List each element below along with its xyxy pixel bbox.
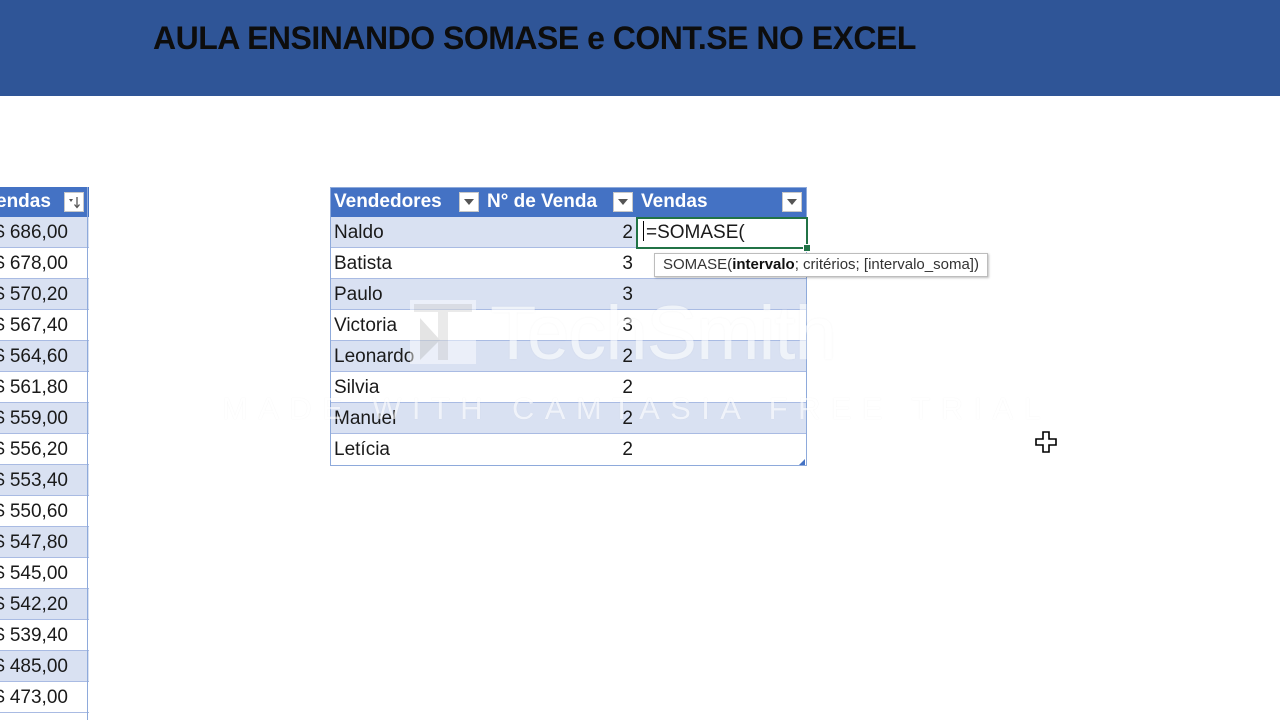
table-row[interactable]: $ 556,20 [0, 434, 89, 465]
vendedor-cell[interactable]: Leonardo [334, 341, 414, 372]
header-num-vendas[interactable]: N° de Venda [487, 187, 611, 217]
title-banner: AULA ENSINANDO SOMASE e CONT.SE NO EXCEL [0, 0, 1280, 96]
table-header: Vendedores N° de Venda Vendas [330, 187, 807, 217]
active-formula-cell[interactable]: =SOMASE( [636, 217, 808, 249]
vendedor-cell[interactable]: Victoria [334, 310, 397, 341]
table-row[interactable]: $ 564,60 [0, 341, 89, 372]
table-row[interactable]: $ 550,60 [0, 496, 89, 527]
table-row[interactable]: $ 545,00 [0, 558, 89, 589]
tooltip-rest: ; critérios; [intervalo_soma]) [794, 256, 979, 273]
watermark-brand: TechSmith [490, 291, 837, 376]
fill-handle[interactable] [803, 244, 811, 252]
table-row[interactable]: $ 542,20 [0, 589, 89, 620]
num-vendas-cell[interactable]: 3 [485, 248, 633, 279]
table-resize-handle[interactable] [799, 459, 805, 465]
techsmith-logo-icon [410, 300, 476, 364]
table-row[interactable]: $ 473,00 [0, 682, 89, 713]
table-row[interactable]: $ 567,40 [0, 310, 89, 341]
left-header-label: endas [0, 191, 51, 212]
sort-descending-icon[interactable] [64, 192, 84, 212]
left-table-header[interactable]: endas [0, 187, 89, 217]
table-row[interactable]: $ 553,40 [0, 465, 89, 496]
table-row[interactable]: $ 559,00 [0, 403, 89, 434]
table-row[interactable]: Letícia 2 [330, 434, 807, 465]
table-row[interactable]: $ 570,20 [0, 279, 89, 310]
tooltip-active-arg: intervalo [732, 256, 795, 273]
table-row[interactable]: $ 539,40 [0, 620, 89, 651]
formula-text: =SOMASE( [642, 219, 745, 247]
vendedor-cell[interactable]: Naldo [334, 217, 384, 248]
num-vendas-cell[interactable]: 2 [485, 434, 633, 465]
table-row[interactable]: $ 686,00 [0, 217, 89, 248]
num-vendas-cell[interactable]: 2 [485, 217, 633, 248]
tooltip-func: SOMASE( [663, 256, 733, 273]
header-vendas[interactable]: Vendas [641, 187, 771, 217]
watermark-trial-text: MADE WITH CAMTASIA FREE TRIAL [222, 391, 1052, 426]
page-title: AULA ENSINANDO SOMASE e CONT.SE NO EXCEL [153, 20, 916, 56]
filter-dropdown-icon[interactable] [459, 192, 479, 212]
filter-dropdown-icon[interactable] [782, 192, 802, 212]
table-row[interactable]: $ 561,80 [0, 372, 89, 403]
vendedor-cell[interactable]: Batista [334, 248, 392, 279]
left-sales-table: endas $ 686,00 $ 678,00 $ 570,20 $ 567,4… [0, 187, 89, 713]
watermark-registered: ® [850, 300, 864, 320]
move-cursor-icon [1035, 431, 1057, 453]
vendedor-cell[interactable]: Letícia [334, 434, 390, 465]
function-tooltip[interactable]: SOMASE(intervalo; critérios; [intervalo_… [654, 253, 988, 277]
table-border [87, 187, 88, 720]
table-row[interactable]: $ 547,80 [0, 527, 89, 558]
table-row[interactable]: $ 678,00 [0, 248, 89, 279]
filter-dropdown-icon[interactable] [613, 192, 633, 212]
table-row[interactable]: $ 485,00 [0, 651, 89, 682]
text-caret [643, 221, 644, 241]
vendedor-cell[interactable]: Paulo [334, 279, 383, 310]
